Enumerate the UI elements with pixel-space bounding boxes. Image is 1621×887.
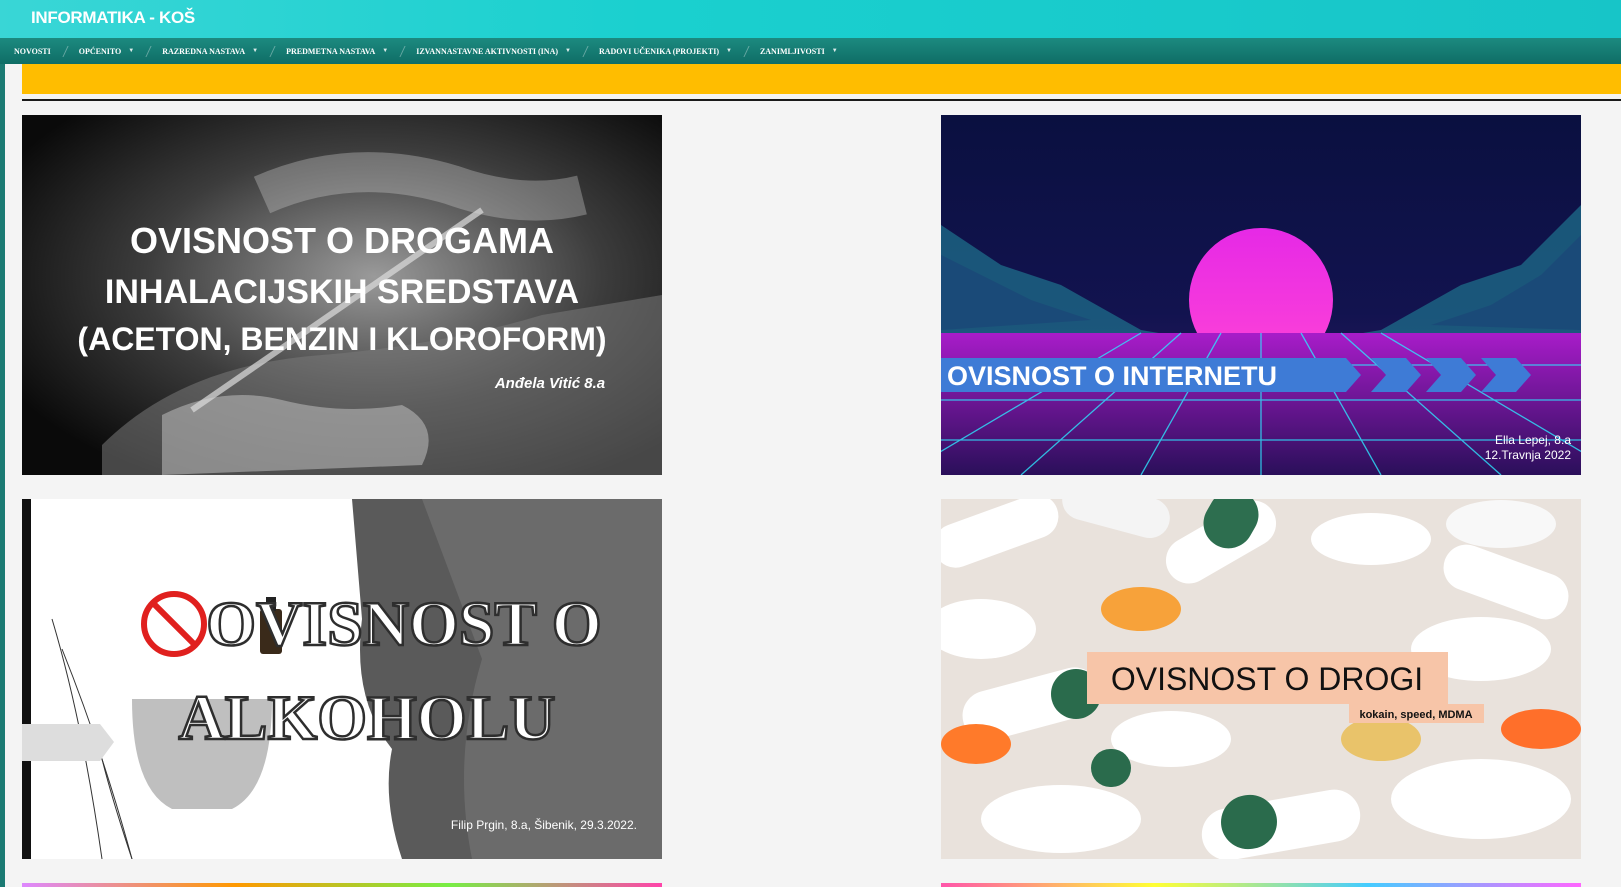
project-card-internet[interactable]: OVISNOST O INTERNETU Ella Lepej, 8.a 12.… [941,115,1581,475]
card-author: Filip Prgin, 8.a, Šibenik, 29.3.2022. [451,817,637,832]
banner-divider [22,99,1621,101]
card-title-line-2: ALKOHOLU [179,682,556,753]
card-author: Anđela Vitić 8.a [494,375,605,392]
chevron-down-icon: ▼ [382,48,389,54]
card-title: OVISNOST O DROGI [1111,661,1423,697]
main-navigation: NOVOSTI OPĆENITO ▼ RAZREDNA NASTAVA ▼ PRED… [0,38,1621,64]
card-subtitle: kokain, speed, MDMA [1359,709,1472,721]
chevron-down-icon: ▼ [252,48,259,54]
project-card-alcohol[interactable]: OVISNOST O ALKOHOLU Filip Prgin, 8.a, Ši… [22,499,662,859]
chevron-down-icon: ▼ [128,48,135,54]
chevron-down-icon: ▼ [565,48,571,54]
nav-item-label: IZVANNASTAVNE AKTIVNOSTI (INA) [416,46,559,56]
nav-item-label: NOVOSTI [14,46,51,56]
nav-item-opcenito[interactable]: OPĆENITO ▼ [65,47,148,56]
nav-item-novosti[interactable]: NOVOSTI [0,47,65,56]
project-thumbnail: OVISNOST O DROGI kokain, speed, MDMA [941,499,1581,859]
card-title: OVISNOST O INTERNETU [947,361,1277,391]
chevron-down-icon: ▼ [725,48,732,54]
nav-item-label: OPĆENITO [78,46,122,56]
card-author: Ella Lepej, 8.a [1495,433,1571,447]
site-title[interactable]: INFORMATIKA - KOŠ [31,8,195,28]
nav-item-zanimljivosti[interactable]: ZANIMLJIVOSTI ▼ [746,47,852,56]
project-thumbnail: OVISNOST O INTERNETU Ella Lepej, 8.a 12.… [941,115,1581,475]
left-rail [0,64,5,887]
nav-item-radovi-ucenika[interactable]: RADOVI UČENIKA (PROJEKTI) ▼ [585,47,746,56]
card-title-line-1: OVISNOST O [206,588,601,659]
yellow-banner [22,64,1621,94]
nav-item-label: ZANIMLJIVOSTI [759,46,825,56]
card-title-line-3: (ACETON, BENZIN I KLOROFORM) [77,321,606,357]
card-title-line-1: OVISNOST O DROGAMA [130,220,554,261]
project-card-peek[interactable] [22,883,662,887]
nav-item-label: RAZREDNA NASTAVA [162,46,246,56]
site-header: INFORMATIKA - KOŠ [0,0,1621,38]
project-thumbnail: OVISNOST O ALKOHOLU Filip Prgin, 8.a, Ši… [22,499,662,859]
nav-item-label: PREDMETNA NASTAVA [286,46,376,56]
nav-item-razredna-nastava[interactable]: RAZREDNA NASTAVA ▼ [148,47,272,56]
nav-item-predmetna-nastava[interactable]: PREDMETNA NASTAVA ▼ [272,47,402,56]
nav-item-izvannastavne-aktivnosti[interactable]: IZVANNASTAVNE AKTIVNOSTI (INA) ▼ [402,47,585,56]
chevron-down-icon: ▼ [831,48,838,54]
project-thumbnail: OVISNOST O DROGAMA INHALACIJSKIH SREDSTA… [22,115,662,475]
nav-item-label: RADOVI UČENIKA (PROJEKTI) [598,46,719,56]
card-date: 12.Travnja 2022 [1485,448,1572,462]
project-card-peek[interactable] [941,883,1581,887]
project-card-inhalants[interactable]: OVISNOST O DROGAMA INHALACIJSKIH SREDSTA… [22,115,662,475]
card-title-line-2: INHALACIJSKIH SREDSTAVA [105,273,579,311]
project-card-drugs[interactable]: OVISNOST O DROGI kokain, speed, MDMA [941,499,1581,859]
